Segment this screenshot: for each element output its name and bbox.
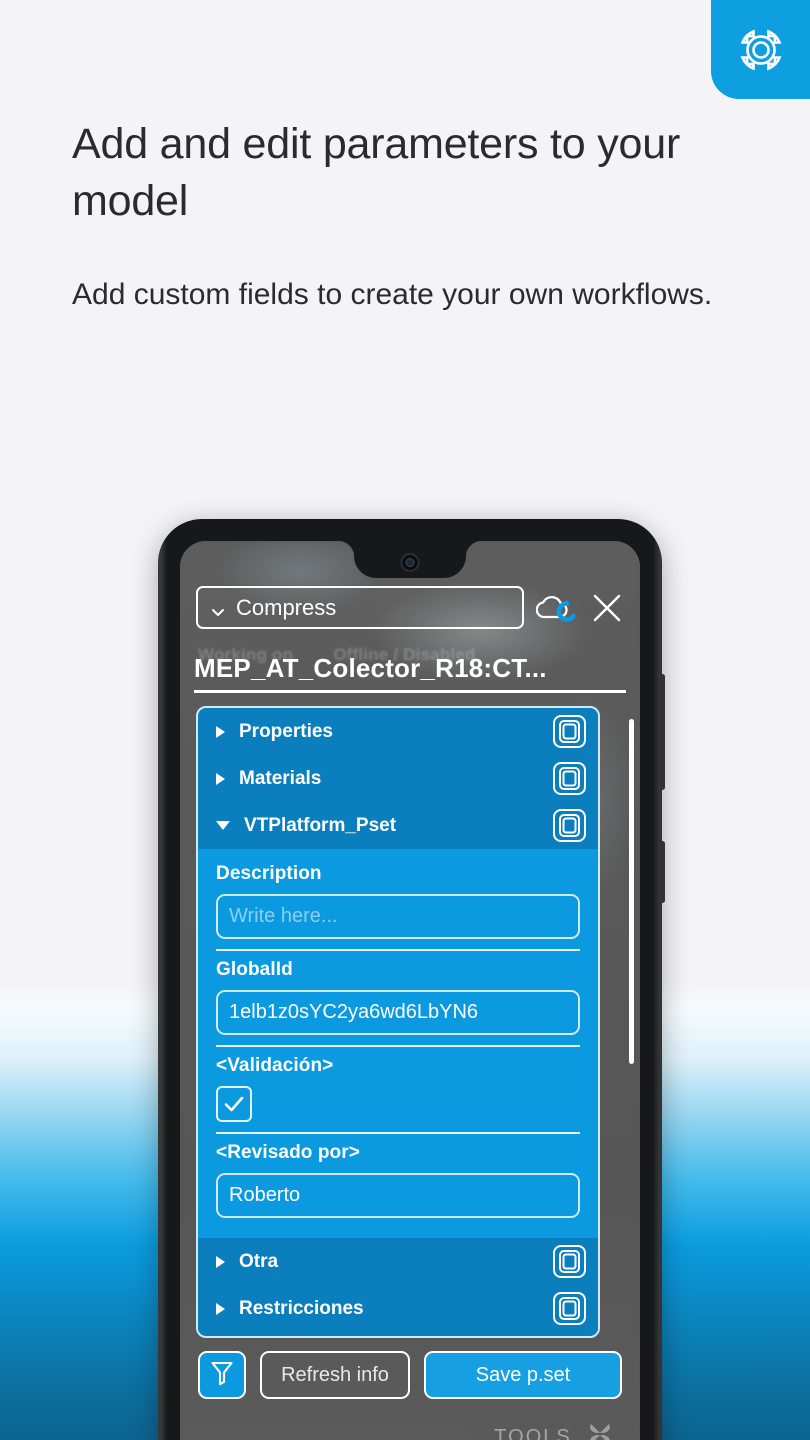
group-row-properties[interactable]: Properties [198,708,598,755]
phone-screen: Working on Offline / Disabled Compress M… [180,541,640,1440]
copy-icon[interactable] [551,713,588,750]
field-validacion: <Validación> [216,1047,580,1134]
phone-power-button[interactable] [660,841,665,903]
close-icon[interactable] [590,591,624,625]
phone-mockup: Working on Offline / Disabled Compress M… [158,519,665,1440]
title-underline [194,690,626,693]
page-title: Add and edit parameters to your model [72,120,681,225]
description-input[interactable]: Write here... [216,894,580,939]
check-icon [224,1096,244,1112]
front-camera [400,553,420,572]
field-revisado-por: <Revisado por> Roberto [216,1134,580,1228]
triangle-right-icon [216,1255,225,1268]
filter-button[interactable] [198,1351,246,1399]
group-row-restricciones[interactable]: Restricciones [198,1285,598,1332]
triangle-right-icon [216,1302,225,1315]
copy-icon[interactable] [551,1243,588,1280]
document-title: MEP_AT_Colector_R18:CT... [194,653,547,683]
copy-icon[interactable] [551,807,588,844]
field-label: GlobalId [216,959,293,980]
group-label: Restricciones [239,1297,364,1319]
group-label: Otra [239,1250,279,1272]
copy-icon[interactable] [551,1290,588,1327]
page-subtitle: Add custom fields to create your own wor… [72,278,713,311]
group-label: VTPlatform_Pset [244,814,397,836]
tools-label: TOOLS [494,1425,572,1440]
triangle-right-icon [216,772,225,785]
app-header: Compress [180,586,640,629]
tools-propeller-icon [586,1420,614,1440]
panel-scrollbar[interactable] [629,719,634,1064]
field-description: Description Write here... [216,855,580,951]
validacion-checkbox[interactable] [216,1086,252,1122]
group-label: Materials [239,767,322,789]
field-label: <Revisado por> [216,1142,360,1163]
refresh-info-button[interactable]: Refresh info [260,1351,410,1399]
field-label: <Validación> [216,1055,334,1076]
field-label: Description [216,863,322,884]
bottom-groups: Otra Restricciones [198,1238,598,1332]
pset-form: Description Write here... GlobalId 1elb1… [198,849,598,1238]
bottom-action-bar: Refresh info Save p.set [180,1351,640,1399]
chevron-down-icon [210,600,226,616]
parameters-panel: Properties Materials VTPlatform_Pset Des… [196,706,600,1338]
tools-chip[interactable]: TOOLS [468,1407,640,1440]
globalid-input[interactable]: 1elb1z0sYC2ya6wd6LbYN6 [216,990,580,1035]
triangle-right-icon [216,725,225,738]
brand-logo-chip [711,0,810,99]
triangle-down-icon [216,821,230,830]
concentric-target-logo-icon [733,22,789,78]
cloud-sync-icon[interactable] [535,591,578,625]
group-row-otra[interactable]: Otra [198,1238,598,1285]
compress-dropdown[interactable]: Compress [196,586,524,629]
copy-icon[interactable] [551,760,588,797]
phone-volume-button[interactable] [660,674,665,790]
revisado-por-input[interactable]: Roberto [216,1173,580,1218]
group-label: Properties [239,720,333,742]
group-row-materials[interactable]: Materials [198,755,598,802]
save-pset-button[interactable]: Save p.set [424,1351,622,1399]
group-row-vtplatform-pset[interactable]: VTPlatform_Pset [198,802,598,849]
field-globalid: GlobalId 1elb1z0sYC2ya6wd6LbYN6 [216,951,580,1047]
filter-funnel-icon [210,1360,234,1391]
compress-dropdown-label: Compress [236,594,337,620]
